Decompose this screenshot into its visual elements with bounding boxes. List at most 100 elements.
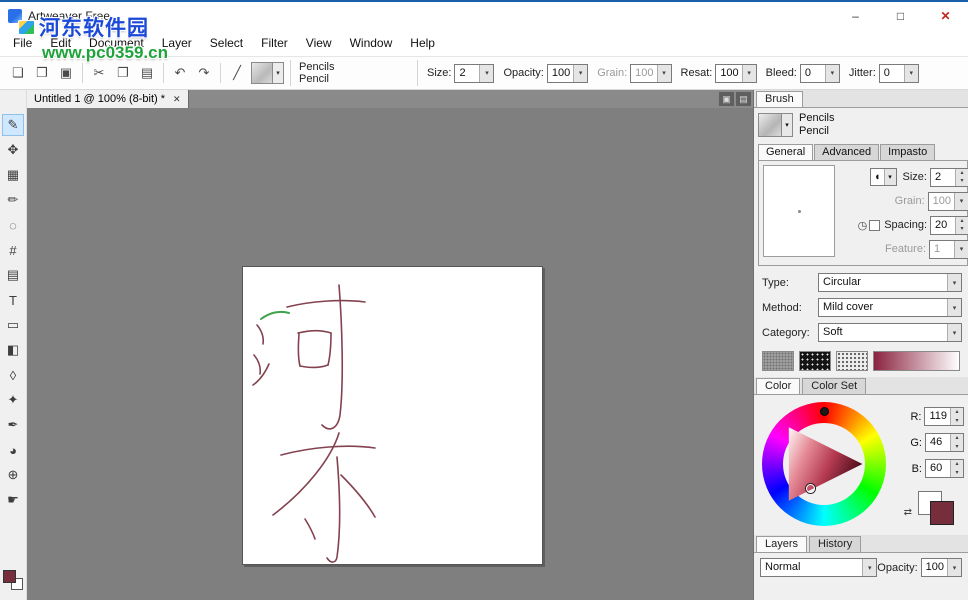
dropdown-arrow-icon[interactable]: ▾: [862, 559, 876, 576]
spin-up-icon[interactable]: ▴: [956, 169, 968, 178]
brush-category-value[interactable]: Soft: [819, 324, 947, 341]
layer-opacity-value[interactable]: 100: [922, 559, 947, 576]
menu-layer[interactable]: Layer: [153, 30, 201, 56]
fill-tool[interactable]: ◕: [2, 439, 24, 461]
spin-up-icon[interactable]: ▴: [956, 217, 968, 226]
copy-icon[interactable]: ❐: [111, 62, 135, 84]
blue-channel-value[interactable]: 60: [926, 460, 950, 477]
dropdown-arrow-icon[interactable]: ▾: [947, 324, 961, 341]
open-icon[interactable]: ❒: [30, 62, 54, 84]
layer-opacity-combobox[interactable]: 100 ▾: [921, 558, 962, 577]
canvas-viewport[interactable]: [27, 108, 753, 600]
hue-marker-handle[interactable]: [820, 407, 829, 416]
size-value[interactable]: 2: [455, 65, 479, 82]
menu-edit[interactable]: Edit: [41, 30, 80, 56]
brush-category-select[interactable]: Soft ▾: [818, 323, 962, 342]
spacing-checkbox[interactable]: [869, 220, 880, 231]
pencil-tool[interactable]: ✏: [2, 189, 24, 211]
menu-view[interactable]: View: [297, 30, 341, 56]
tab-history[interactable]: History: [809, 536, 861, 552]
hue-wheel[interactable]: [762, 402, 886, 526]
jitter-combobox[interactable]: 0 ▾: [879, 64, 919, 83]
bleed-value[interactable]: 0: [801, 65, 825, 82]
gradient-swatch[interactable]: [873, 351, 960, 371]
opacity-combobox[interactable]: 100 ▾: [547, 64, 588, 83]
save-icon[interactable]: ▣: [54, 62, 78, 84]
bleed-combobox[interactable]: 0 ▾: [800, 64, 840, 83]
brush-preview-thumbnail[interactable]: [251, 62, 273, 84]
document-tab[interactable]: Untitled 1 @ 100% (8-bit) * ✕: [27, 90, 189, 108]
menu-filter[interactable]: Filter: [252, 30, 297, 56]
spinner[interactable]: ▴ ▾: [950, 408, 963, 425]
paper-texture-swatch[interactable]: [762, 351, 794, 371]
spin-up-icon[interactable]: ▴: [951, 408, 963, 417]
maximize-button[interactable]: □: [878, 2, 923, 30]
eraser-tool[interactable]: ◊: [2, 364, 24, 386]
tab-layers[interactable]: Layers: [756, 536, 807, 552]
shape-tool[interactable]: ▭: [2, 314, 24, 336]
spin-up-icon[interactable]: ▴: [951, 460, 963, 469]
brush-size-combobox[interactable]: 2 ▴ ▾: [930, 168, 968, 187]
spinner[interactable]: ▴ ▾: [955, 217, 968, 234]
rect-select-tool[interactable]: ▦: [2, 164, 24, 186]
gradient-tool[interactable]: ◧: [2, 339, 24, 361]
menu-document[interactable]: Document: [80, 30, 153, 56]
color-picker-handle[interactable]: [806, 484, 815, 493]
dropdown-arrow-icon[interactable]: ▾: [947, 274, 961, 291]
green-channel-value[interactable]: 46: [926, 434, 950, 451]
redo-icon[interactable]: ↷: [192, 62, 216, 84]
paste-icon[interactable]: ▤: [135, 62, 159, 84]
dropdown-arrow-icon[interactable]: ▾: [573, 65, 587, 82]
tab-color[interactable]: Color: [756, 378, 800, 394]
tab-general[interactable]: General: [758, 144, 813, 160]
brush-method-value[interactable]: Mild cover: [819, 299, 947, 316]
spinner[interactable]: ▴ ▾: [955, 169, 968, 186]
resat-combobox[interactable]: 100 ▾: [715, 64, 756, 83]
airbrush-tool[interactable]: ✦: [2, 389, 24, 411]
lasso-tool[interactable]: ◌: [2, 214, 24, 236]
spin-down-icon[interactable]: ▾: [956, 225, 968, 234]
menu-select[interactable]: Select: [201, 30, 252, 56]
blend-mode-select[interactable]: Normal ▾: [760, 558, 877, 577]
spinner[interactable]: ▴ ▾: [950, 460, 963, 477]
undo-icon[interactable]: ↶: [168, 62, 192, 84]
move-tool[interactable]: ✥: [2, 139, 24, 161]
close-button[interactable]: ✕: [923, 2, 968, 30]
menu-file[interactable]: File: [4, 30, 41, 56]
brush-preview-thumbnail[interactable]: [758, 113, 782, 137]
dock-icon[interactable]: ▣: [719, 92, 734, 106]
resat-value[interactable]: 100: [716, 65, 741, 82]
dark-texture-swatch[interactable]: [799, 351, 831, 371]
brush-type-select[interactable]: Circular ▾: [818, 273, 962, 292]
spinner[interactable]: ▴ ▾: [950, 434, 963, 451]
document-close-icon[interactable]: ✕: [173, 94, 181, 105]
text-tool[interactable]: T: [2, 289, 24, 311]
brush-spacing-combobox[interactable]: 20 ▴ ▾: [930, 216, 968, 235]
current-brush-name[interactable]: Pencils Pencil: [290, 60, 418, 86]
crop-tool[interactable]: #: [2, 239, 24, 261]
blend-mode-value[interactable]: Normal: [761, 559, 862, 576]
brush-spacing-value[interactable]: 20: [931, 217, 955, 234]
dotted-texture-swatch[interactable]: [836, 351, 868, 371]
brush-type-value[interactable]: Circular: [819, 274, 947, 291]
dab-shape-combobox[interactable]: ◖ ▾: [870, 168, 897, 186]
foreground-color-swatch[interactable]: [3, 570, 16, 583]
document-canvas[interactable]: [242, 266, 543, 565]
menu-window[interactable]: Window: [341, 30, 402, 56]
dropdown-arrow-icon[interactable]: ▾: [742, 65, 756, 82]
red-channel-value[interactable]: 119: [925, 408, 950, 425]
dropdown-arrow-icon[interactable]: ▾: [884, 169, 896, 185]
hand-tool[interactable]: ☛: [2, 489, 24, 511]
size-combobox[interactable]: 2 ▾: [454, 64, 494, 83]
tab-menu-icon[interactable]: ▤: [736, 92, 751, 106]
primary-color-swatch[interactable]: [930, 501, 954, 525]
dropdown-arrow-icon[interactable]: ▾: [904, 65, 918, 82]
tab-impasto[interactable]: Impasto: [880, 144, 935, 160]
dropdown-arrow-icon[interactable]: ▾: [825, 65, 839, 82]
minimize-button[interactable]: –: [833, 2, 878, 30]
brush-size-value[interactable]: 2: [931, 169, 955, 186]
tab-color-set[interactable]: Color Set: [802, 378, 866, 394]
spin-down-icon[interactable]: ▾: [951, 469, 963, 478]
brush-picker-dropdown-arrow-icon[interactable]: ▾: [782, 113, 793, 137]
foreground-background-colors[interactable]: [3, 570, 23, 590]
